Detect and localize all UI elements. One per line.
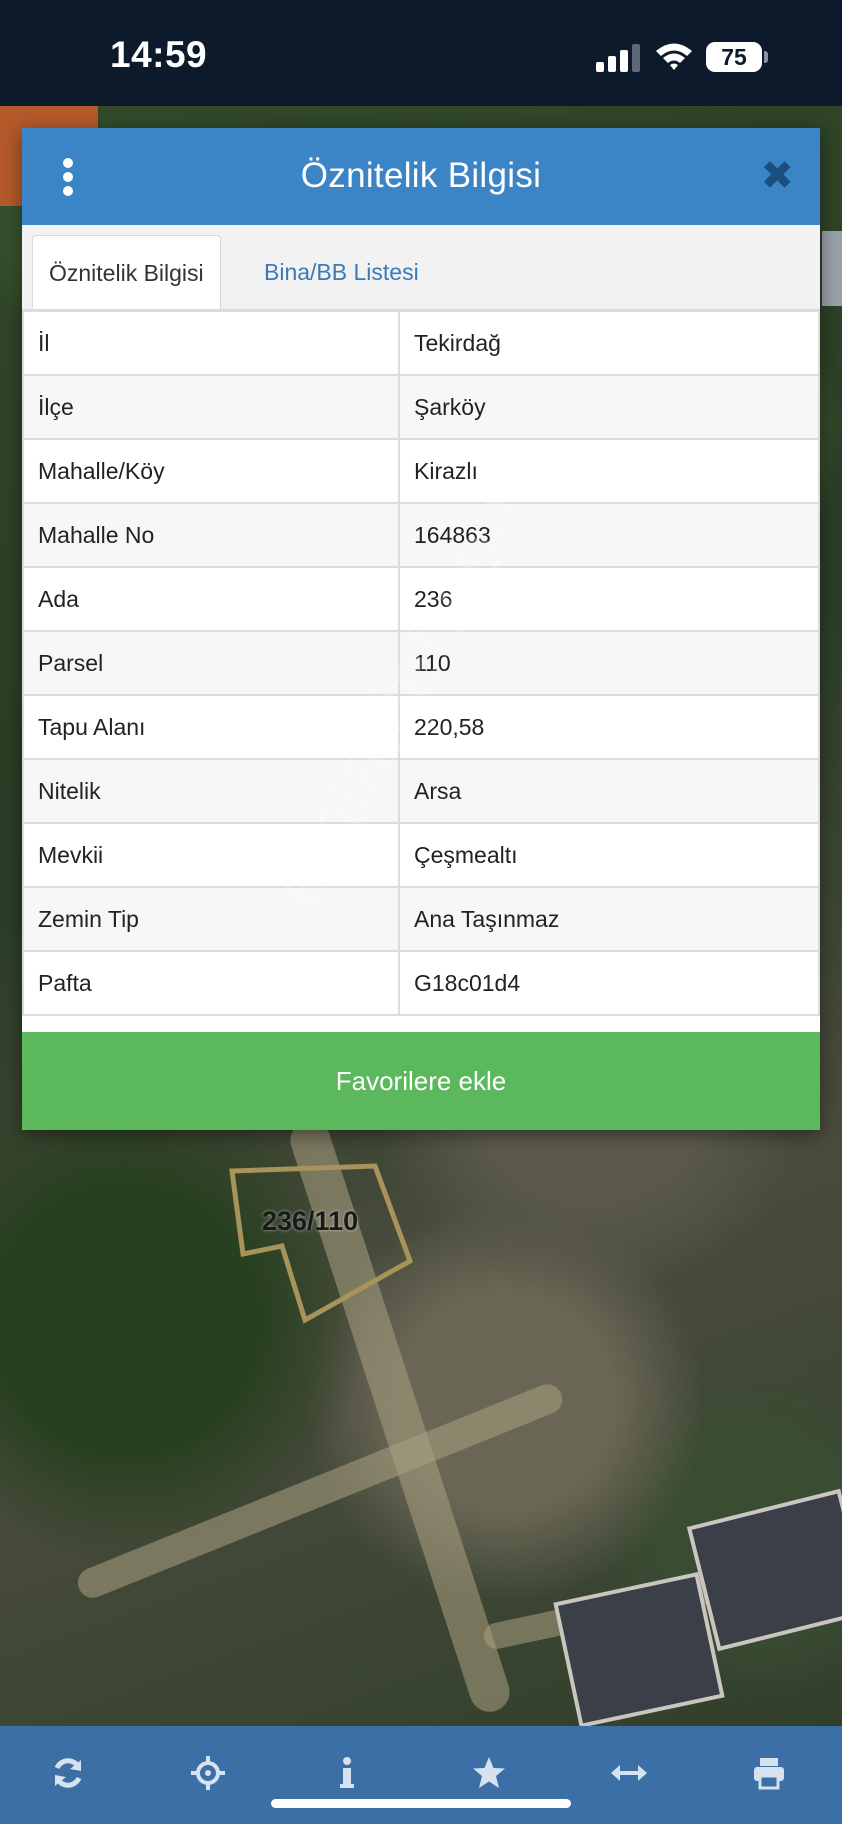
locate-icon[interactable] (183, 1748, 233, 1798)
close-icon[interactable]: ✖ (760, 156, 794, 196)
attribute-key: Mahalle No (22, 502, 400, 568)
battery-level: 75 (721, 44, 747, 70)
dialog-title: Öznitelik Bilgisi (300, 156, 542, 195)
measure-icon[interactable] (604, 1748, 654, 1798)
home-indicator[interactable] (271, 1799, 571, 1808)
attribute-value: 220,58 (398, 694, 820, 760)
bottom-toolbar (0, 1726, 842, 1824)
info-icon[interactable] (322, 1748, 372, 1798)
add-to-favorites-button[interactable]: Favorilere ekle (22, 1032, 820, 1130)
attribute-table: İl Tekirdağ İlçe Şarköy Mahalle/Köy Kira… (22, 310, 820, 1016)
cellular-signal-icon (596, 44, 640, 72)
table-row: Zemin Tip Ana Taşınmaz (22, 886, 820, 952)
attribute-value: 236 (398, 566, 820, 632)
attribute-value: 110 (398, 630, 820, 696)
table-row: Pafta G18c01d4 (22, 950, 820, 1016)
attribute-value: Tekirdağ (398, 310, 820, 376)
table-row: Nitelik Arsa (22, 758, 820, 824)
attribute-value: G18c01d4 (398, 950, 820, 1016)
table-row: Tapu Alanı 220,58 (22, 694, 820, 760)
attribute-key: Pafta (22, 950, 400, 1016)
attribute-value: Şarköy (398, 374, 820, 440)
attribute-key: Nitelik (22, 758, 400, 824)
table-row: Parsel 110 (22, 630, 820, 696)
parcel-label[interactable]: 236/110 (262, 1206, 358, 1237)
attribute-info-dialog: Öznitelik Bilgisi ✖ Öznitelik Bilgisi Bi… (22, 128, 820, 1130)
tab-attribute-info[interactable]: Öznitelik Bilgisi (32, 235, 221, 309)
attribute-value: Ana Taşınmaz (398, 886, 820, 952)
refresh-icon[interactable] (43, 1748, 93, 1798)
attribute-value: Kirazlı (398, 438, 820, 504)
dialog-header: Öznitelik Bilgisi ✖ (22, 128, 820, 225)
attribute-value: Arsa (398, 758, 820, 824)
attribute-key: İlçe (22, 374, 400, 440)
table-row: Mahalle No 164863 (22, 502, 820, 568)
attribute-key: Mahalle/Köy (22, 438, 400, 504)
attribute-key: Tapu Alanı (22, 694, 400, 760)
status-bar: 14:59 75 (0, 0, 842, 106)
tab-bar: Öznitelik Bilgisi Bina/BB Listesi (22, 225, 820, 310)
table-row: İlçe Şarköy (22, 374, 820, 440)
table-row: İl Tekirdağ (22, 310, 820, 376)
print-icon[interactable] (744, 1748, 794, 1798)
attribute-key: Mevkii (22, 822, 400, 888)
star-icon[interactable] (464, 1748, 514, 1798)
attribute-key: Zemin Tip (22, 886, 400, 952)
wifi-icon (656, 43, 692, 70)
attribute-key: Parsel (22, 630, 400, 696)
attribute-key: İl (22, 310, 400, 376)
attribute-value: 164863 (398, 502, 820, 568)
tab-building-list[interactable]: Bina/BB Listesi (248, 235, 435, 309)
status-time: 14:59 (110, 34, 208, 75)
attribute-value: Çeşmealtı (398, 822, 820, 888)
table-row: Mahalle/Köy Kirazlı (22, 438, 820, 504)
attribute-key: Ada (22, 566, 400, 632)
table-row: Mevkii Çeşmealtı (22, 822, 820, 888)
battery-icon: 75 (706, 42, 762, 72)
table-row: Ada 236 (22, 566, 820, 632)
battery-tip (764, 51, 768, 63)
